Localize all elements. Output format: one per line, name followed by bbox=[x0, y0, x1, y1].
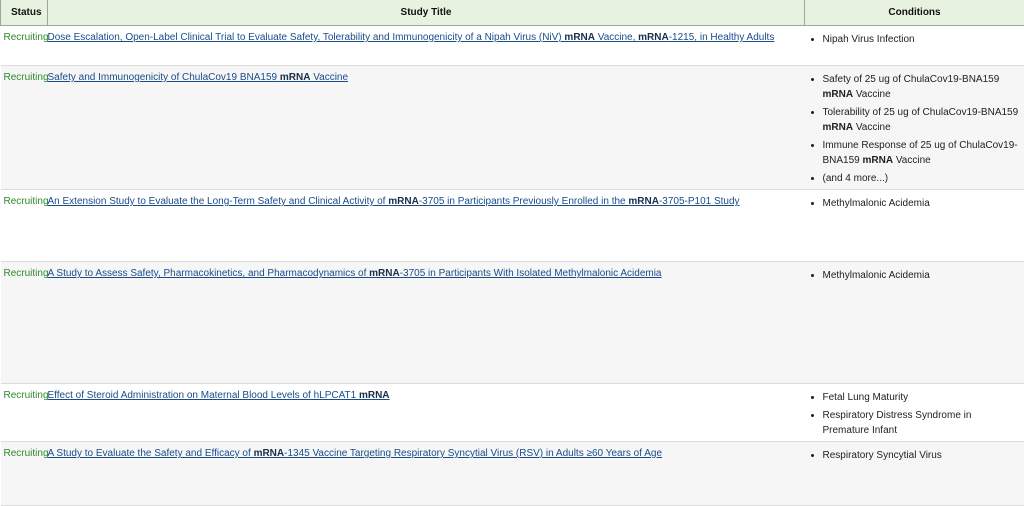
study-title-cell: Safety and Immunogenicity of ChulaCov19 … bbox=[48, 66, 805, 190]
study-title-link[interactable]: Effect of Steroid Administration on Mate… bbox=[48, 390, 390, 401]
table-row: RecruitingEffect of Steroid Administrati… bbox=[1, 384, 1024, 442]
status-header[interactable]: Status bbox=[1, 0, 48, 26]
condition-text: Tolerability of 25 ug of ChulaCov19-BNA1… bbox=[823, 107, 1019, 118]
highlight-term: mRNA bbox=[388, 196, 419, 207]
title-text: Vaccine bbox=[310, 72, 348, 83]
title-text: -1215, in Healthy Adults bbox=[669, 32, 775, 43]
condition-text: Respiratory Syncytial Virus bbox=[823, 450, 942, 461]
conditions-cell: Methylmalonic Acidemia bbox=[805, 262, 1024, 384]
status-cell: Recruiting bbox=[1, 262, 48, 384]
conditions-cell: Respiratory Syncytial Virus bbox=[805, 442, 1024, 506]
study-title-link[interactable]: A Study to Assess Safety, Pharmacokineti… bbox=[48, 268, 662, 279]
conditions-list: Respiratory Syncytial Virus bbox=[809, 448, 1021, 463]
table-body: RecruitingDose Escalation, Open-Label Cl… bbox=[1, 26, 1024, 506]
condition-item: (and 4 more...) bbox=[823, 171, 1021, 186]
conditions-cell: Nipah Virus Infection bbox=[805, 26, 1024, 66]
title-text: -1345 Vaccine Targeting Respiratory Sync… bbox=[284, 448, 662, 459]
header-row: Status Study Title Conditions bbox=[1, 0, 1024, 26]
study-title-cell: An Extension Study to Evaluate the Long-… bbox=[48, 190, 805, 262]
condition-text: Methylmalonic Acidemia bbox=[823, 198, 930, 209]
study-title-link[interactable]: Safety and Immunogenicity of ChulaCov19 … bbox=[48, 72, 349, 83]
highlight-term: mRNA bbox=[863, 155, 894, 166]
study-title-link[interactable]: A Study to Evaluate the Safety and Effic… bbox=[48, 448, 663, 459]
highlight-term: mRNA bbox=[628, 196, 659, 207]
conditions-cell: Safety of 25 ug of ChulaCov19-BNA159 mRN… bbox=[805, 66, 1024, 190]
condition-item: Respiratory Syncytial Virus bbox=[823, 448, 1021, 463]
condition-text: Vaccine bbox=[853, 89, 891, 100]
conditions-list: Safety of 25 ug of ChulaCov19-BNA159 mRN… bbox=[809, 72, 1021, 186]
conditions-cell: Methylmalonic Acidemia bbox=[805, 190, 1024, 262]
condition-item: Methylmalonic Acidemia bbox=[823, 196, 1021, 211]
study-title-header[interactable]: Study Title bbox=[48, 0, 805, 26]
condition-text: (and 4 more...) bbox=[823, 173, 889, 184]
highlight-term: mRNA bbox=[369, 268, 400, 279]
conditions-header[interactable]: Conditions bbox=[805, 0, 1024, 26]
conditions-list: Nipah Virus Infection bbox=[809, 32, 1021, 47]
title-text: An Extension Study to Evaluate the Long-… bbox=[48, 196, 389, 207]
highlight-term: mRNA bbox=[359, 390, 390, 401]
highlight-term: mRNA bbox=[823, 122, 854, 133]
title-text: A Study to Evaluate the Safety and Effic… bbox=[48, 448, 254, 459]
studies-table: Status Study Title Conditions Recruiting… bbox=[0, 0, 1024, 506]
title-text: Dose Escalation, Open-Label Clinical Tri… bbox=[48, 32, 565, 43]
table-row: RecruitingA Study to Assess Safety, Phar… bbox=[1, 262, 1024, 384]
condition-item: Methylmalonic Acidemia bbox=[823, 268, 1021, 283]
status-cell: Recruiting bbox=[1, 26, 48, 66]
title-text: Effect of Steroid Administration on Mate… bbox=[48, 390, 359, 401]
condition-item: Respiratory Distress Syndrome in Prematu… bbox=[823, 408, 1021, 438]
condition-text: Vaccine bbox=[893, 155, 931, 166]
conditions-list: Methylmalonic Acidemia bbox=[809, 268, 1021, 283]
status-cell: Recruiting bbox=[1, 66, 48, 190]
table-row: RecruitingSafety and Immunogenicity of C… bbox=[1, 66, 1024, 190]
condition-text: Vaccine bbox=[853, 122, 891, 133]
title-text: Safety and Immunogenicity of ChulaCov19 … bbox=[48, 72, 280, 83]
highlight-term: mRNA bbox=[564, 32, 595, 43]
title-text: -3705-P101 Study bbox=[659, 196, 740, 207]
conditions-list: Methylmalonic Acidemia bbox=[809, 196, 1021, 211]
highlight-term: mRNA bbox=[638, 32, 669, 43]
condition-item: Safety of 25 ug of ChulaCov19-BNA159 mRN… bbox=[823, 72, 1021, 102]
table-row: RecruitingA Study to Evaluate the Safety… bbox=[1, 442, 1024, 506]
title-text: -3705 in Participants Previously Enrolle… bbox=[419, 196, 629, 207]
highlight-term: mRNA bbox=[280, 72, 311, 83]
condition-item: Tolerability of 25 ug of ChulaCov19-BNA1… bbox=[823, 105, 1021, 135]
condition-text: Respiratory Distress Syndrome in Prematu… bbox=[823, 410, 972, 436]
highlight-term: mRNA bbox=[254, 448, 285, 459]
study-title-cell: A Study to Evaluate the Safety and Effic… bbox=[48, 442, 805, 506]
study-title-link[interactable]: An Extension Study to Evaluate the Long-… bbox=[48, 196, 740, 207]
table-row: RecruitingDose Escalation, Open-Label Cl… bbox=[1, 26, 1024, 66]
table-row: RecruitingAn Extension Study to Evaluate… bbox=[1, 190, 1024, 262]
status-cell: Recruiting bbox=[1, 190, 48, 262]
condition-text: Nipah Virus Infection bbox=[823, 34, 915, 45]
study-title-cell: Dose Escalation, Open-Label Clinical Tri… bbox=[48, 26, 805, 66]
conditions-cell: Fetal Lung Maturity Respiratory Distress … bbox=[805, 384, 1024, 442]
condition-text: Fetal Lung Maturity bbox=[823, 392, 909, 403]
condition-text: Methylmalonic Acidemia bbox=[823, 270, 930, 281]
title-text: A Study to Assess Safety, Pharmacokineti… bbox=[48, 268, 370, 279]
highlight-term: mRNA bbox=[823, 89, 854, 100]
condition-text: Safety of 25 ug of ChulaCov19-BNA159 bbox=[823, 74, 1000, 85]
study-title-cell: Effect of Steroid Administration on Mate… bbox=[48, 384, 805, 442]
study-title-cell: A Study to Assess Safety, Pharmacokineti… bbox=[48, 262, 805, 384]
condition-item: Nipah Virus Infection bbox=[823, 32, 1021, 47]
conditions-list: Fetal Lung Maturity Respiratory Distress … bbox=[809, 390, 1021, 438]
condition-item: Fetal Lung Maturity bbox=[823, 390, 1021, 405]
study-title-link[interactable]: Dose Escalation, Open-Label Clinical Tri… bbox=[48, 32, 775, 43]
status-cell: Recruiting bbox=[1, 384, 48, 442]
title-text: -3705 in Participants With Isolated Meth… bbox=[400, 268, 662, 279]
title-text: Vaccine, bbox=[595, 32, 638, 43]
status-cell: Recruiting bbox=[1, 442, 48, 506]
condition-item: Immune Response of 25 ug of ChulaCov19-B… bbox=[823, 138, 1021, 168]
